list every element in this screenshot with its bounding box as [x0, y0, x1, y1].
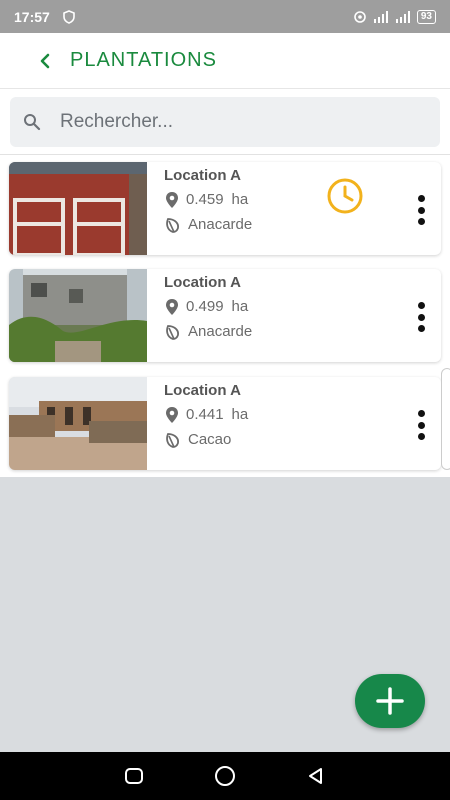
area-value: 0.441	[186, 406, 224, 423]
plantation-info: Location A 0.459 ha Anacarde	[164, 167, 252, 237]
plantation-name: Location A	[164, 382, 241, 399]
plantation-area: 0.459 ha	[164, 187, 252, 212]
more-vert-icon[interactable]	[415, 410, 427, 440]
status-bar: 17:57 93	[0, 0, 450, 33]
plantation-name: Location A	[164, 167, 241, 184]
status-time: 17:57	[14, 8, 50, 25]
page-title: PLANTATIONS	[70, 49, 217, 71]
crop-name: Anacarde	[188, 323, 253, 340]
crop-name: Cacao	[188, 431, 232, 448]
system-nav-bar	[0, 752, 450, 800]
leaf-icon	[166, 217, 179, 233]
plantation-name: Location A	[164, 274, 241, 291]
area-unit: ha	[231, 406, 249, 423]
location-pin-icon	[166, 191, 178, 208]
shield-icon	[63, 9, 75, 24]
plantation-area: 0.441 ha	[164, 402, 248, 427]
area-unit: ha	[231, 298, 249, 315]
home-icon[interactable]	[213, 764, 237, 788]
location-status-icon	[354, 10, 366, 23]
plantation-card[interactable]: Location A 0.459 ha Anacarde	[9, 162, 441, 255]
search-icon	[24, 114, 41, 131]
plantation-crop: Cacao	[164, 427, 248, 452]
add-plantation-button[interactable]	[355, 674, 425, 728]
plantation-photo	[9, 269, 147, 362]
battery-icon: 93	[416, 9, 436, 24]
card-edge	[441, 368, 450, 470]
plantation-crop: Anacarde	[164, 212, 252, 237]
location-pin-icon	[166, 298, 178, 315]
area-value: 0.459	[186, 191, 224, 208]
recents-icon[interactable]	[124, 767, 144, 785]
search-input[interactable]	[60, 111, 400, 133]
plantation-crop: Anacarde	[164, 319, 252, 344]
back-nav-icon[interactable]	[306, 766, 326, 786]
plantation-card[interactable]: Location A 0.499 ha Anacarde	[9, 269, 441, 362]
search-bar[interactable]	[10, 97, 440, 147]
app-bar: PLANTATIONS	[0, 33, 450, 89]
plantation-photo	[9, 162, 147, 255]
crop-name: Anacarde	[188, 216, 253, 233]
leaf-icon	[166, 432, 179, 448]
area-unit: ha	[231, 191, 249, 208]
signal-icon-2	[395, 10, 410, 23]
back-button[interactable]	[28, 44, 62, 78]
more-vert-icon[interactable]	[415, 302, 427, 332]
chevron-left-icon	[40, 53, 50, 68]
plantation-list: Location A 0.459 ha Anacarde Location A …	[0, 155, 450, 477]
plantation-area: 0.499 ha	[164, 294, 252, 319]
leaf-icon	[166, 324, 179, 340]
plantation-card[interactable]: Location A 0.441 ha Cacao	[9, 377, 441, 470]
clock-icon	[327, 178, 363, 214]
more-vert-icon[interactable]	[415, 195, 427, 225]
search-section	[0, 89, 450, 155]
plus-icon	[376, 687, 404, 715]
signal-icon	[373, 10, 388, 23]
area-value: 0.499	[186, 298, 224, 315]
plantation-info: Location A 0.441 ha Cacao	[164, 382, 248, 452]
plantation-photo	[9, 377, 147, 470]
location-pin-icon	[166, 406, 178, 423]
plantation-info: Location A 0.499 ha Anacarde	[164, 274, 252, 344]
